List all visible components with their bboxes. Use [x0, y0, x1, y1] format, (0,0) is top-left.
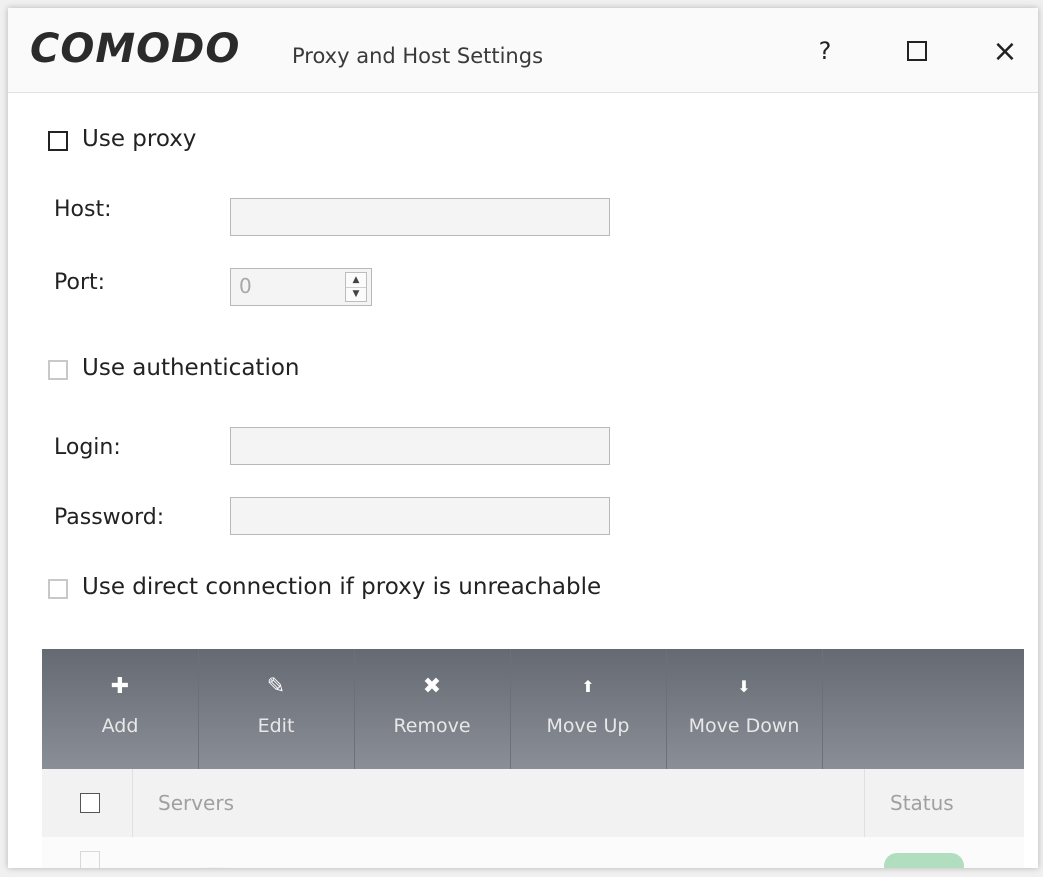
- x-icon: ✖: [422, 673, 442, 699]
- servers-column-header[interactable]: Servers: [158, 791, 234, 815]
- comodo-logo: COMODO: [30, 26, 241, 72]
- password-label: Password:: [54, 505, 165, 530]
- dialog-title: Proxy and Host Settings: [292, 44, 544, 68]
- row-checkbox[interactable]: [80, 851, 100, 868]
- servers-table-header: Servers Status: [42, 769, 1024, 838]
- use-direct-connection-label: Use direct connection if proxy is unreac…: [82, 574, 602, 600]
- password-field[interactable]: [230, 497, 610, 535]
- move-up-label: Move Up: [546, 715, 630, 737]
- settings-panel: Use proxy Host: Port: 0 ▲ ▼ Use authenti…: [8, 92, 1038, 868]
- server-toolbar: ✚ Add ✎ Edit ✖ Remove ⬆ Move Up ⬇ Move D…: [42, 649, 1024, 769]
- edit-label: Edit: [257, 715, 295, 737]
- remove-button[interactable]: ✖ Remove: [354, 649, 511, 769]
- plus-icon: ✚: [110, 673, 130, 699]
- status-column-header[interactable]: Status: [890, 791, 954, 815]
- arrow-up-icon: ⬆: [581, 676, 595, 696]
- pencil-icon: ✎: [266, 673, 286, 699]
- status-badge: [884, 853, 964, 868]
- column-divider: [132, 769, 133, 837]
- remove-label: Remove: [393, 715, 471, 737]
- add-label: Add: [101, 715, 139, 737]
- use-direct-connection-checkbox[interactable]: [48, 579, 68, 599]
- port-stepper[interactable]: 0 ▲ ▼: [230, 268, 372, 306]
- host-field[interactable]: [230, 198, 610, 236]
- maximize-button[interactable]: [892, 26, 942, 76]
- column-divider: [864, 769, 865, 837]
- title-bar: COMODO Proxy and Host Settings ? ×: [8, 8, 1038, 92]
- caret-down-icon: ▼: [352, 289, 360, 299]
- help-button[interactable]: ?: [800, 26, 850, 76]
- move-down-label: Move Down: [688, 715, 800, 737]
- host-label: Host:: [54, 197, 112, 222]
- login-label: Login:: [54, 435, 121, 460]
- use-proxy-checkbox[interactable]: [48, 131, 68, 151]
- select-all-checkbox[interactable]: [80, 793, 100, 813]
- use-authentication-label: Use authentication: [82, 355, 300, 381]
- proxy-host-settings-dialog: COMODO Proxy and Host Settings ? × Use p…: [8, 8, 1038, 868]
- caret-up-icon: ▲: [352, 275, 360, 285]
- close-button[interactable]: ×: [980, 26, 1030, 76]
- arrow-down-icon: ⬇: [737, 676, 751, 696]
- port-stepper-buttons: ▲ ▼: [345, 272, 367, 302]
- port-value: 0: [239, 274, 252, 298]
- move-up-button[interactable]: ⬆ Move Up: [510, 649, 667, 769]
- port-label: Port:: [54, 270, 106, 295]
- maximize-icon: [907, 41, 927, 61]
- add-button[interactable]: ✚ Add: [42, 649, 199, 769]
- close-icon: ×: [992, 33, 1018, 69]
- login-field[interactable]: [230, 427, 610, 465]
- help-icon: ?: [818, 37, 832, 65]
- use-authentication-checkbox[interactable]: [48, 360, 68, 380]
- move-down-button[interactable]: ⬇ Move Down: [666, 649, 823, 769]
- table-row[interactable]: [42, 837, 1024, 868]
- use-proxy-label: Use proxy: [82, 126, 197, 152]
- edit-button[interactable]: ✎ Edit: [198, 649, 355, 769]
- spin-down-button[interactable]: ▼: [346, 287, 366, 301]
- spin-up-button[interactable]: ▲: [346, 273, 366, 288]
